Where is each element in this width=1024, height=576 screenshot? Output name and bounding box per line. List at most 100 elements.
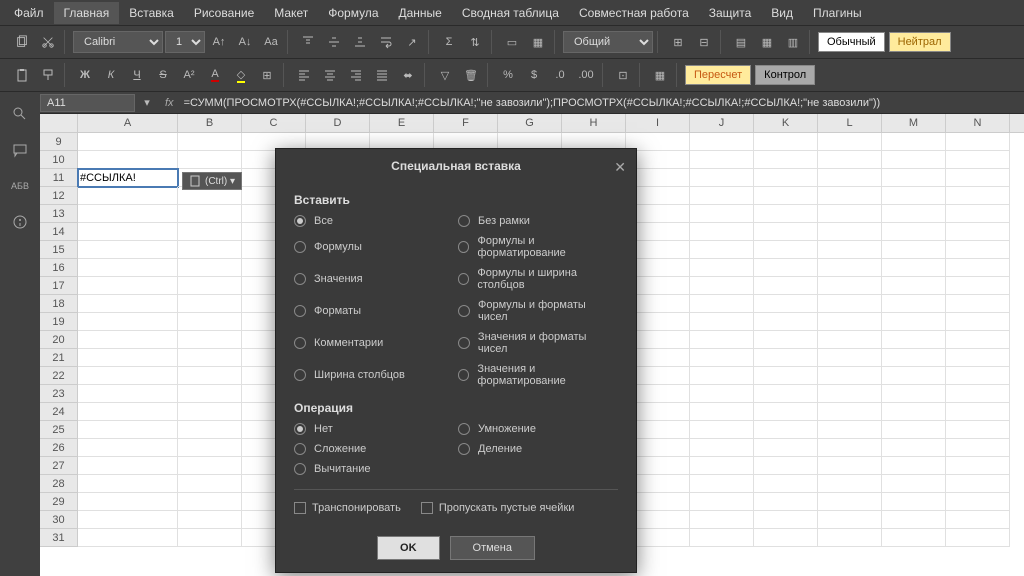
cell[interactable] [754,493,818,511]
row-header[interactable]: 23 [40,385,78,403]
cell[interactable] [178,241,242,259]
conditional-format-icon[interactable]: ▤ [729,30,753,54]
cell[interactable] [78,277,178,295]
italic-icon[interactable]: К [99,63,123,87]
orientation-icon[interactable]: ↗ [400,30,424,54]
paste-icon[interactable] [10,63,34,87]
cell[interactable]: #ССЫЛКА! [78,169,178,187]
cell[interactable] [78,313,178,331]
row-header[interactable]: 20 [40,331,78,349]
font-color-icon[interactable]: A [203,63,227,87]
cell[interactable] [754,313,818,331]
cell[interactable] [882,529,946,547]
cell[interactable] [882,133,946,151]
cell[interactable] [178,295,242,313]
menu-data[interactable]: Данные [389,2,452,24]
row-header[interactable]: 15 [40,241,78,259]
cell[interactable] [78,457,178,475]
superscript-icon[interactable]: A² [177,63,201,87]
fx-label[interactable]: fx [159,97,180,109]
row-header[interactable]: 26 [40,439,78,457]
spellcheck-icon[interactable]: АБВ [8,174,32,198]
formula-input[interactable] [180,95,1024,111]
paste-option-radio[interactable]: Значения и форматирование [458,363,618,387]
menu-formula[interactable]: Формула [318,2,388,24]
cell[interactable] [690,349,754,367]
align-right-icon[interactable] [344,63,368,87]
cell[interactable] [754,187,818,205]
cell[interactable] [178,529,242,547]
cell[interactable] [178,421,242,439]
merge-icon[interactable]: ⬌ [396,63,420,87]
cell[interactable] [818,331,882,349]
cell[interactable] [178,205,242,223]
cell[interactable] [946,169,1010,187]
comments-icon[interactable] [8,138,32,162]
cell[interactable] [754,439,818,457]
cell[interactable] [882,439,946,457]
cell[interactable] [690,277,754,295]
format-painter-icon[interactable] [36,63,60,87]
cell[interactable] [754,277,818,295]
cell[interactable] [946,331,1010,349]
cell[interactable] [754,205,818,223]
menu-home[interactable]: Главная [54,2,120,24]
cell[interactable] [818,205,882,223]
cell[interactable] [946,241,1010,259]
cell[interactable] [882,475,946,493]
cell[interactable] [78,241,178,259]
paste-option-radio[interactable]: Форматы [294,299,454,323]
row-header[interactable]: 28 [40,475,78,493]
cell[interactable] [690,421,754,439]
cell[interactable] [78,151,178,169]
close-icon[interactable]: ✕ [614,159,626,176]
cell[interactable] [882,349,946,367]
copy-icon[interactable] [10,30,34,54]
cell[interactable] [78,439,178,457]
select-all-corner[interactable] [40,114,78,132]
row-header[interactable]: 11 [40,169,78,187]
cell[interactable] [882,421,946,439]
col-header[interactable]: I [626,114,690,132]
row-header[interactable]: 14 [40,223,78,241]
cell[interactable] [818,169,882,187]
menu-insert[interactable]: Вставка [119,2,184,24]
cell[interactable] [754,403,818,421]
col-header[interactable]: A [78,114,178,132]
wrap-text-icon[interactable] [374,30,398,54]
cell[interactable] [78,259,178,277]
cell[interactable] [818,367,882,385]
cell[interactable] [78,475,178,493]
cell[interactable] [946,223,1010,241]
cell[interactable] [690,295,754,313]
cell[interactable] [178,133,242,151]
align-center-icon[interactable] [318,63,342,87]
col-header[interactable]: G [498,114,562,132]
cell[interactable] [818,493,882,511]
cell[interactable] [178,259,242,277]
bold-icon[interactable]: Ж [73,63,97,87]
cell[interactable] [690,403,754,421]
cell-styles-icon[interactable]: ▦ [648,63,672,87]
cell[interactable] [690,133,754,151]
cell[interactable] [882,367,946,385]
cell[interactable] [882,295,946,313]
fill-icon[interactable]: ▦ [526,30,550,54]
cell[interactable] [946,313,1010,331]
row-header[interactable]: 18 [40,295,78,313]
cell[interactable] [78,187,178,205]
cell[interactable] [78,223,178,241]
cell[interactable] [78,349,178,367]
row-header[interactable]: 9 [40,133,78,151]
cell[interactable] [754,169,818,187]
cell[interactable] [78,493,178,511]
cell[interactable] [754,151,818,169]
style-normal[interactable]: Обычный [818,32,885,52]
cell[interactable] [754,385,818,403]
cell[interactable] [882,331,946,349]
row-header[interactable]: 22 [40,367,78,385]
cell[interactable] [882,493,946,511]
cell[interactable] [754,223,818,241]
cell[interactable] [78,385,178,403]
named-range-icon[interactable]: ▭ [500,30,524,54]
